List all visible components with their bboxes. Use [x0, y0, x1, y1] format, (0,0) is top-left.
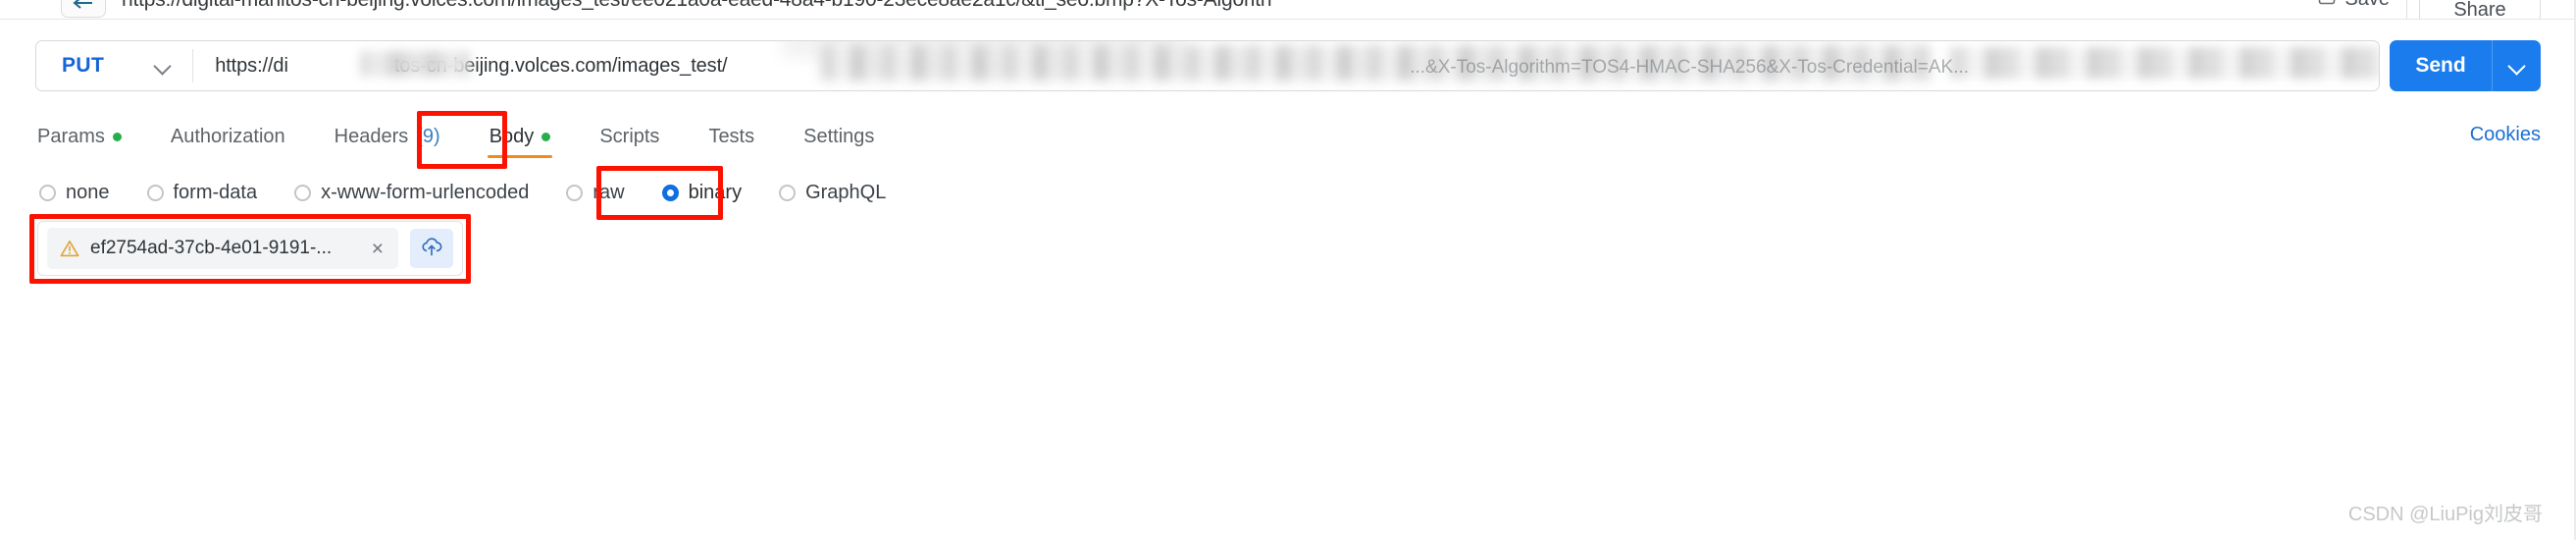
tab-body-label: Body [489, 125, 535, 147]
tab-params-label: Params [37, 125, 105, 147]
http-method-label: PUT [62, 54, 105, 77]
body-modified-dot-icon [541, 132, 551, 141]
tab-settings[interactable]: Settings [801, 122, 876, 158]
url-bar: PUT https://di tos-cn-beijing.volces.com… [35, 40, 2380, 91]
body-type-none-label: none [66, 181, 110, 203]
chevron-down-icon [2509, 58, 2525, 74]
close-x-icon[interactable]: × [370, 239, 386, 259]
body-type-x-www-form-urlencoded-label: x-www-form-urlencoded [321, 181, 530, 203]
body-type-binary[interactable]: binary [658, 180, 746, 206]
warning-triangle-icon [60, 240, 79, 257]
tab-headers[interactable]: Headers (9) [333, 122, 442, 158]
window-top-strip: https://digital-manitos-cn-beijing.volce… [0, 0, 2576, 20]
body-type-form-data-label: form-data [173, 181, 258, 203]
tab-scripts[interactable]: Scripts [597, 122, 661, 158]
radio-icon [566, 184, 584, 201]
tab-body[interactable]: Body [487, 122, 553, 158]
cookies-link[interactable]: Cookies [2470, 124, 2541, 146]
tab-headers-label: Headers [334, 125, 409, 147]
cloud-upload-button[interactable] [410, 229, 453, 268]
body-type-form-data[interactable]: form-data [143, 180, 262, 206]
tab-scripts-label: Scripts [599, 125, 660, 147]
selected-file-chip[interactable]: ef2754ad-37cb-4e01-9191-... × [47, 228, 398, 269]
toolbar-divider [2406, 0, 2407, 19]
body-type-graphql-label: GraphQL [805, 181, 887, 203]
radio-icon [146, 184, 164, 201]
tab-params[interactable]: Params [35, 122, 124, 158]
share-label: Share [2453, 0, 2506, 20]
tab-headers-count: (9) [416, 125, 440, 147]
body-type-graphql[interactable]: GraphQL [775, 180, 890, 206]
save-button[interactable]: Save [2318, 0, 2390, 11]
postman-request-builder: https://digital-manitos-cn-beijing.volce… [0, 0, 2576, 540]
tab-settings-label: Settings [803, 125, 875, 147]
back-button[interactable] [61, 0, 106, 18]
save-label: Save [2344, 0, 2390, 11]
url-input[interactable]: https://di tos-cn-beijing.volces.com/ima… [193, 41, 2379, 90]
cloud-upload-icon [420, 236, 443, 262]
back-arrow-icon [73, 0, 94, 15]
body-type-x-www-form-urlencoded[interactable]: x-www-form-urlencoded [290, 180, 533, 206]
body-type-none[interactable]: none [35, 180, 114, 206]
radio-icon [294, 184, 312, 201]
tab-authorization[interactable]: Authorization [169, 122, 287, 158]
body-type-radio-group: none form-data x-www-form-urlencoded raw… [35, 175, 919, 210]
body-type-raw-label: raw [592, 181, 625, 203]
chevron-down-icon [155, 58, 171, 74]
redaction-smudge-top [782, 41, 1185, 59]
radio-icon [39, 184, 56, 201]
url-text-middle: tos-cn-beijing.volces.com/images_test/ [393, 54, 728, 77]
selected-file-name: ef2754ad-37cb-4e01-9191-... [90, 238, 333, 258]
url-row: PUT https://di tos-cn-beijing.volces.com… [35, 40, 2541, 91]
body-type-binary-label: binary [688, 181, 743, 203]
tab-tests-label: Tests [708, 125, 755, 147]
redaction-blur-query [1949, 47, 2379, 79]
params-modified-dot-icon [112, 132, 122, 141]
radio-selected-icon [661, 184, 679, 201]
binary-body-panel: ef2754ad-37cb-4e01-9191-... × [37, 221, 463, 276]
tab-authorization-label: Authorization [170, 125, 285, 147]
save-disk-icon [2318, 0, 2336, 11]
url-text-prefix: https://di [215, 54, 288, 77]
redaction-blur-path [821, 45, 1931, 81]
send-options-button[interactable] [2492, 40, 2541, 91]
send-button-group: Send [2390, 40, 2541, 91]
tab-tests[interactable]: Tests [706, 122, 756, 158]
http-method-select[interactable]: PUT [36, 41, 192, 90]
request-tabs: Params Authorization Headers (9) Body Sc… [35, 118, 2541, 161]
radio-icon [779, 184, 797, 201]
watermark: CSDN @LiuPig刘皮哥 [2347, 504, 2543, 525]
send-button[interactable]: Send [2390, 40, 2492, 91]
url-query-faint-text: ...&X-Tos-Algorithm=TOS4-HMAC-SHA256&X-T… [1410, 57, 1970, 78]
tab-title: https://digital-manitos-cn-beijing.volce… [122, 0, 1272, 12]
share-button[interactable]: Share [2419, 0, 2541, 20]
body-type-raw[interactable]: raw [562, 180, 628, 206]
